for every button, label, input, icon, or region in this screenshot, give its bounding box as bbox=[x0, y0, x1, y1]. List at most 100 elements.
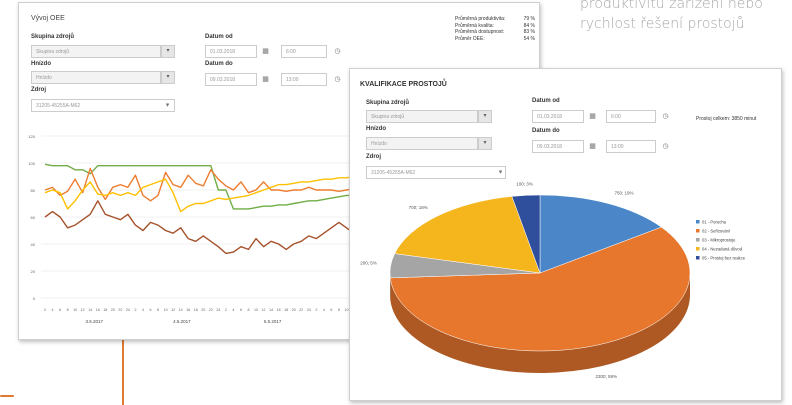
group-select[interactable]: Skupina zdrojů bbox=[366, 110, 478, 123]
caret-down-icon: ▾ bbox=[165, 102, 170, 109]
chevron-down-icon: ▾ bbox=[166, 48, 170, 54]
series-line bbox=[44, 167, 355, 202]
nest-dropdown-button[interactable]: ▾ bbox=[478, 137, 492, 150]
pie-slice bbox=[394, 196, 541, 274]
x-tick-label: 2 bbox=[134, 308, 136, 312]
legend-swatch bbox=[696, 247, 700, 251]
caption-line: rychlost řešení prostojů bbox=[580, 16, 745, 32]
pie-data-label: 700; 18% bbox=[409, 205, 428, 210]
x-tick-label: 20 bbox=[292, 308, 296, 312]
x-tick-label: 2 bbox=[44, 308, 46, 312]
x-tick-label: 6 bbox=[330, 308, 332, 312]
legend-label: 05 - Prostoj bez reakce bbox=[702, 256, 746, 261]
date-label: 3.5.2017 bbox=[85, 319, 103, 324]
x-tick-label: 18 bbox=[103, 308, 107, 312]
calendar-icon[interactable]: ▦ bbox=[259, 45, 272, 58]
nest-dropdown-button[interactable]: ▾ bbox=[161, 71, 175, 84]
x-tick-label: 6 bbox=[150, 308, 152, 312]
date-from-label: Datum od bbox=[205, 34, 233, 40]
pie-slice-side bbox=[390, 273, 690, 373]
clock-icon[interactable]: ◷ bbox=[659, 110, 672, 123]
x-tick-label: 24 bbox=[216, 308, 220, 312]
x-tick-label: 18 bbox=[284, 308, 288, 312]
y-tick-label: 0 bbox=[33, 296, 36, 301]
nest-select[interactable]: Hnízdo bbox=[31, 71, 161, 84]
x-tick-label: 12 bbox=[262, 308, 266, 312]
pie-slice bbox=[389, 253, 541, 279]
date-to-label: Datum do bbox=[532, 128, 560, 134]
panel-title: KVALIFIKACE PROSTOJŮ bbox=[360, 81, 447, 88]
x-tick-label: 4 bbox=[323, 308, 325, 312]
date-from-input[interactable]: 01.03.2018 bbox=[532, 110, 584, 123]
date-to-label: Datum do bbox=[205, 61, 233, 67]
x-tick-label: 8 bbox=[67, 308, 69, 312]
downtime-total: Prostoj celkem: 3850 minut bbox=[696, 116, 757, 122]
group-select[interactable]: Skupina zdrojů bbox=[31, 45, 161, 58]
group-label: Skupina zdrojů bbox=[366, 100, 410, 106]
downtime-panel: KVALIFIKACE PROSTOJŮ Skupina zdrojů Skup… bbox=[349, 68, 782, 401]
x-tick-label: 10 bbox=[254, 308, 258, 312]
calendar-icon[interactable]: ▦ bbox=[259, 73, 272, 86]
calendar-icon[interactable]: ▦ bbox=[586, 110, 599, 123]
group-dropdown-button[interactable]: ▾ bbox=[161, 45, 175, 58]
x-tick-label: 18 bbox=[194, 308, 198, 312]
y-tick-label: 80 bbox=[31, 188, 36, 193]
clock-icon[interactable]: ◷ bbox=[331, 73, 344, 86]
time-from-input[interactable]: 6:00 bbox=[606, 110, 656, 123]
x-tick-label: 24 bbox=[126, 308, 130, 312]
series-line bbox=[44, 200, 355, 255]
panel-title: Vývoj OEE bbox=[31, 15, 65, 22]
time-to-input[interactable]: 13:00 bbox=[606, 140, 656, 153]
x-tick-label: 2 bbox=[225, 308, 227, 312]
calendar-icon[interactable]: ▦ bbox=[586, 140, 599, 153]
source-label: Zdroj bbox=[366, 154, 381, 160]
time-to-input[interactable]: 13:00 bbox=[281, 73, 327, 86]
accent-line bbox=[122, 338, 124, 405]
x-tick-label: 4 bbox=[142, 308, 144, 312]
x-tick-label: 8 bbox=[247, 308, 249, 312]
pie-data-label: 750; 19% bbox=[614, 191, 633, 196]
y-tick-label: 60 bbox=[31, 215, 36, 220]
legend-label: 04 - Nezadaná důvod bbox=[702, 247, 743, 252]
y-tick-label: 100 bbox=[28, 161, 35, 166]
x-tick-label: 22 bbox=[118, 308, 122, 312]
stat-value: 54 % bbox=[523, 35, 535, 42]
oee-stats: Průměrná produktivita: 79 % Průměrná kval… bbox=[455, 16, 535, 42]
y-tick-label: 20 bbox=[31, 269, 36, 274]
x-tick-label: 14 bbox=[179, 308, 183, 312]
clock-icon[interactable]: ◷ bbox=[659, 140, 672, 153]
time-from-input[interactable]: 6:00 bbox=[281, 45, 327, 58]
x-tick-label: 8 bbox=[338, 308, 340, 312]
pie-slice bbox=[539, 194, 662, 274]
x-tick-label: 6 bbox=[240, 308, 242, 312]
x-tick-label: 20 bbox=[201, 308, 205, 312]
source-select[interactable]: 31205-45255A-M62 bbox=[31, 99, 175, 112]
accent-arc bbox=[0, 395, 14, 397]
x-tick-label: 16 bbox=[186, 308, 190, 312]
date-to-input[interactable]: 09.03.2018 bbox=[532, 140, 584, 153]
series-line bbox=[44, 163, 354, 210]
date-to-input[interactable]: 09.03.2018 bbox=[205, 73, 257, 86]
x-tick-label: 20 bbox=[111, 308, 115, 312]
clock-icon[interactable]: ◷ bbox=[331, 45, 344, 58]
x-tick-label: 2 bbox=[315, 308, 317, 312]
group-dropdown-button[interactable]: ▾ bbox=[478, 110, 492, 123]
nest-select[interactable]: Hnízdo bbox=[366, 137, 478, 150]
group-label: Skupina zdrojů bbox=[31, 34, 75, 40]
legend-swatch bbox=[696, 229, 700, 233]
source-label: Zdroj bbox=[31, 87, 46, 93]
x-tick-label: 16 bbox=[277, 308, 281, 312]
source-select[interactable]: 31205-45255A-M62 bbox=[366, 166, 506, 179]
legend-swatch bbox=[696, 256, 700, 260]
chevron-down-icon: ▾ bbox=[483, 140, 487, 146]
x-tick-label: 4 bbox=[52, 308, 54, 312]
x-tick-label: 12 bbox=[81, 308, 85, 312]
date-from-input[interactable]: 01.03.2018 bbox=[205, 45, 257, 58]
y-tick-label: 120 bbox=[28, 134, 35, 139]
legend-swatch bbox=[696, 220, 700, 224]
nest-label: Hnízdo bbox=[31, 61, 51, 67]
x-tick-label: 14 bbox=[269, 308, 273, 312]
x-tick-label: 10 bbox=[344, 308, 348, 312]
x-tick-label: 12 bbox=[171, 308, 175, 312]
x-tick-label: 4 bbox=[232, 308, 234, 312]
